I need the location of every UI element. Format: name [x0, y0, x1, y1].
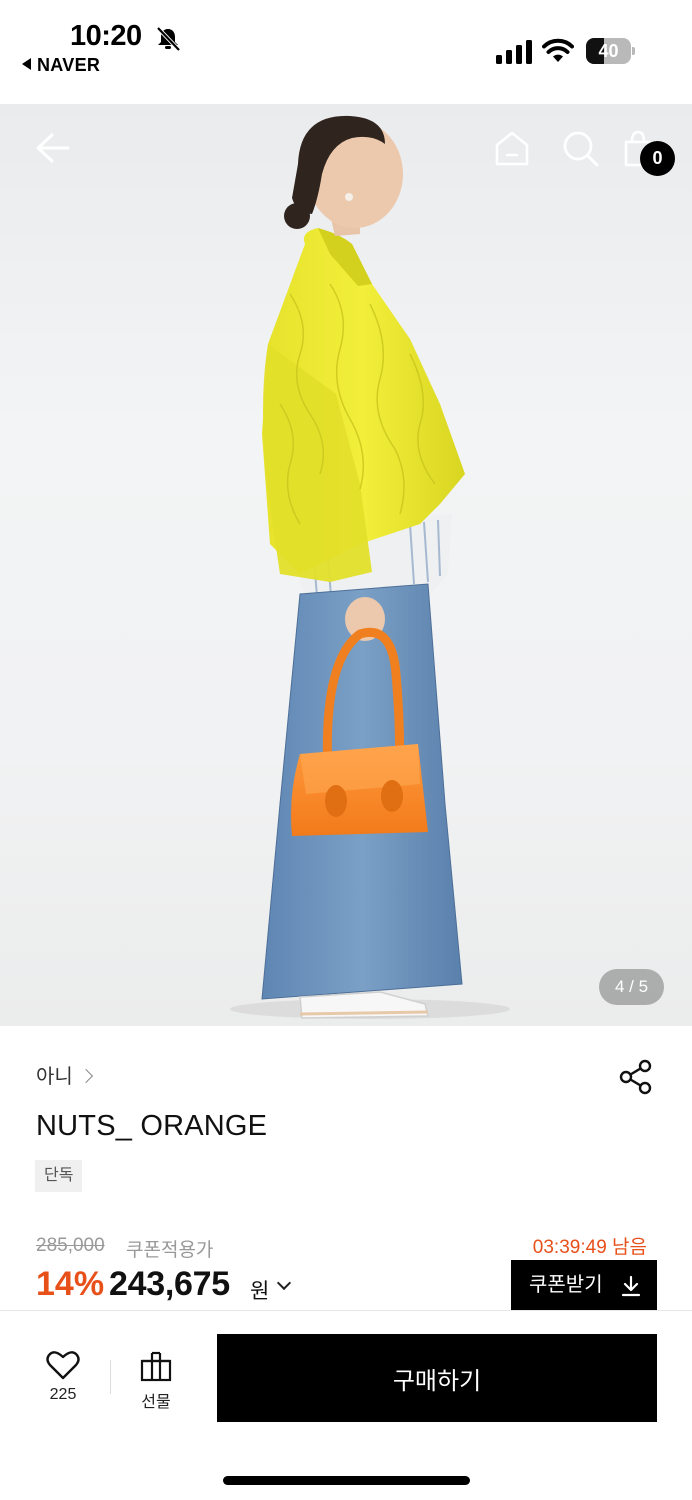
back-arrow-icon[interactable]	[32, 128, 72, 168]
chevron-down-icon[interactable]	[276, 1275, 292, 1291]
download-icon	[621, 1275, 641, 1297]
gallery-page-indicator: 4 / 5	[599, 969, 664, 1005]
get-coupon-button[interactable]: 쿠폰받기	[511, 1260, 657, 1310]
like-count: 225	[49, 1386, 77, 1403]
gift-button[interactable]: 선물	[128, 1350, 184, 1414]
countdown-timer: 03:39:49 남음	[532, 1237, 647, 1258]
status-time: 10:20	[70, 20, 142, 52]
cart-count-badge[interactable]: 0	[640, 141, 675, 176]
coupon-price-label: 쿠폰적용가	[126, 1240, 214, 1261]
buy-button[interactable]: 구매하기	[217, 1334, 657, 1422]
like-button[interactable]: 225	[30, 1350, 96, 1414]
product-photo	[230, 115, 510, 1019]
coupon-button-label: 쿠폰받기	[529, 1274, 603, 1296]
battery-percent: 40	[598, 41, 619, 61]
back-app-label: NAVER	[37, 55, 101, 75]
bell-slash-icon	[156, 26, 181, 52]
brand-link[interactable]: 아니	[36, 1060, 93, 1089]
battery-icon: 40	[586, 38, 636, 64]
home-indicator[interactable]	[223, 1476, 470, 1485]
price-unit: 원	[250, 1280, 270, 1303]
product-title: NUTS_ ORANGE	[36, 1110, 268, 1142]
search-icon[interactable]	[560, 128, 600, 168]
home-icon[interactable]	[492, 128, 532, 168]
status-bar: 10:20 NAVER 40	[0, 0, 692, 104]
wifi-icon	[542, 38, 574, 62]
sale-price: 243,675	[109, 1265, 230, 1303]
product-image[interactable]	[0, 104, 692, 1026]
exclusive-badge: 단독	[35, 1160, 83, 1192]
original-price: 285,000	[36, 1235, 105, 1256]
gift-icon	[140, 1351, 172, 1382]
share-icon[interactable]	[618, 1059, 654, 1095]
discount-rate: 14%	[36, 1265, 105, 1303]
divider	[110, 1360, 111, 1394]
signal-icon	[496, 40, 532, 64]
back-to-app-link[interactable]: NAVER	[22, 55, 100, 76]
brand-name: 아니	[36, 1066, 73, 1088]
chevron-right-icon	[78, 1068, 93, 1084]
heart-icon	[46, 1351, 80, 1380]
battery-body: 40	[586, 38, 631, 64]
gift-label: 선물	[141, 1394, 171, 1411]
battery-cap	[632, 47, 635, 55]
